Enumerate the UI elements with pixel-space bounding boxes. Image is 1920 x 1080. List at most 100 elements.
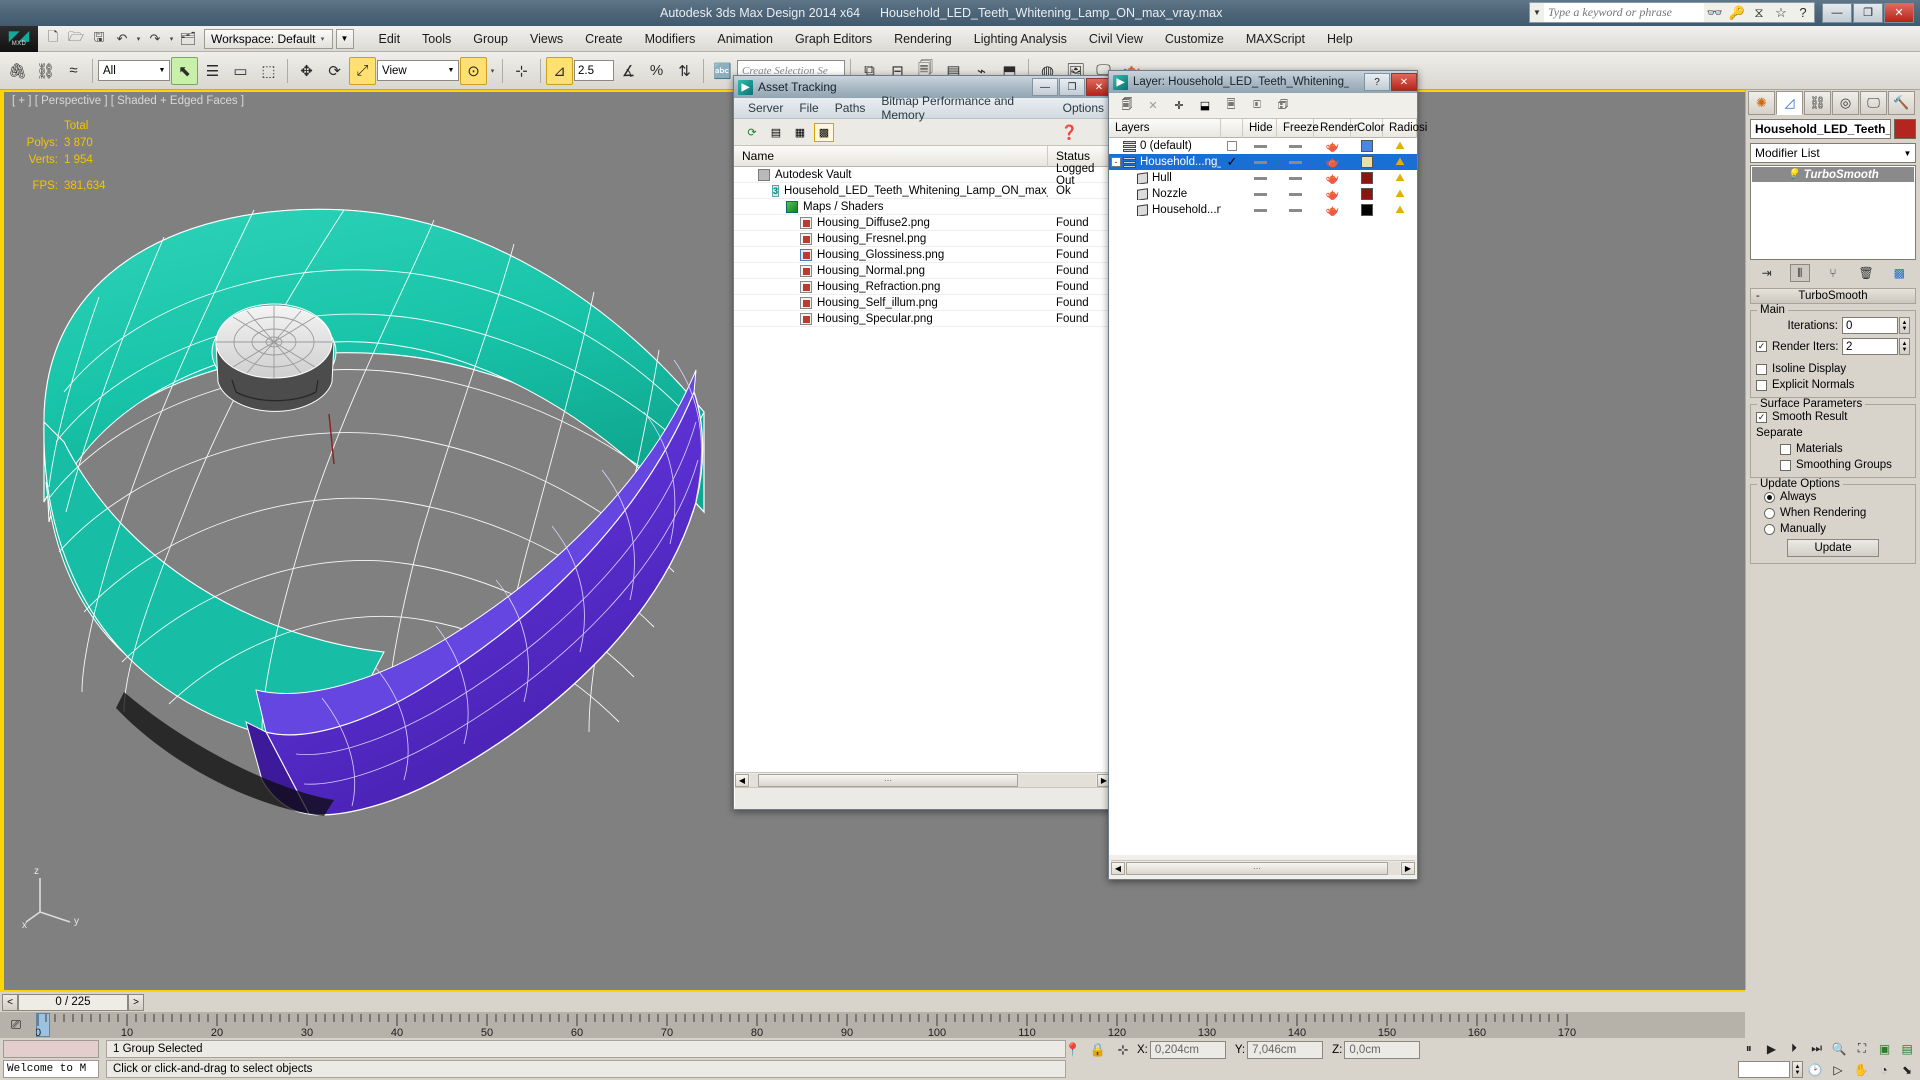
column-radiosity[interactable]: Radiosi [1383,118,1427,138]
menu-animation[interactable]: Animation [706,29,784,49]
modify-tab[interactable]: ◿ [1776,91,1803,115]
scrollbar-track[interactable]: ⋯ [750,773,1096,787]
column-current[interactable] [1221,118,1243,138]
update-button[interactable]: Update [1787,539,1879,557]
detail-view-icon[interactable]: ▦ [790,123,810,142]
select-objects-icon[interactable]: ⬓ [1195,96,1215,115]
color-swatch[interactable] [1361,156,1373,168]
select-object-icon[interactable]: ⬉ [171,56,198,85]
frame-spinner[interactable]: ▲ ▼ [1792,1061,1803,1078]
current-frame-input[interactable] [1738,1061,1790,1078]
freeze-toggle[interactable] [1289,176,1302,180]
snap-value-field[interactable]: 2.5 [574,60,614,81]
next-frame-button[interactable]: > [128,993,144,1011]
reference-coordinate-system-combo[interactable]: View ▼ [377,60,459,81]
hide-toggle[interactable] [1253,160,1267,164]
delete-layer-icon[interactable]: ✕ [1143,96,1163,115]
menu-group[interactable]: Group [462,29,519,49]
help-button[interactable]: ? [1364,73,1390,91]
separate-smoothing-groups-checkbox[interactable] [1780,459,1791,471]
scrollbar-track[interactable]: ⋯ [1126,861,1400,875]
column-name[interactable]: Name [734,145,1048,167]
asset-grid-body[interactable]: Autodesk Vault Logged Out 3 Household_LE… [734,163,1112,807]
search-input[interactable] [1544,3,1704,22]
add-selection-icon[interactable]: ✛ [1169,96,1189,115]
coord-y-value[interactable]: 7,046cm [1247,1040,1324,1059]
maxscript-mini-listener-output[interactable]: Welcome to M [3,1060,99,1078]
object-name-field[interactable]: Household_LED_Teeth_W [1750,119,1891,139]
quick-search-box[interactable]: ▼ 👓 🔑 ⧖ ☆ ? [1529,2,1815,23]
render-teapot-icon[interactable]: 🫖 [1326,204,1340,217]
menu-graph-editors[interactable]: Graph Editors [784,29,883,49]
table-row[interactable]: Housing_Normal.png Found [734,263,1112,279]
update-when-rendering-row[interactable]: When Rendering [1756,507,1910,519]
pin-stack-icon[interactable]: ⇥ [1757,264,1777,282]
restore-button[interactable]: ❐ [1059,78,1085,96]
rectangular-selection-region-icon[interactable]: ▭ [227,57,254,85]
menu-bitmap-performance[interactable]: Bitmap Performance and Memory [873,92,1054,124]
menu-modifiers[interactable]: Modifiers [634,29,707,49]
select-and-link-icon[interactable]: 🖇 [4,57,31,85]
radiosity-icon[interactable]: ⛰ [1395,204,1404,217]
layer-row-default[interactable]: 0 (default) 🫖 ⛰ [1109,138,1417,154]
table-row[interactable]: Maps / Shaders [734,199,1112,215]
zoom-icon[interactable]: 🔍 [1829,1039,1851,1058]
spinner-snap-icon[interactable]: ⇅ [671,57,698,85]
select-highlighted-icon[interactable]: 🗏 [1221,96,1241,115]
restore-button[interactable]: ❐ [1853,2,1883,23]
prev-key-icon[interactable]: ⏸ [1738,1039,1760,1058]
layer-horizontal-scrollbar[interactable]: ◀ ⋯ ▶ [1111,860,1415,875]
menu-customize[interactable]: Customize [1154,29,1235,49]
update-when-rendering-radio[interactable] [1764,507,1775,519]
update-manually-radio[interactable] [1764,523,1775,535]
table-row[interactable]: Housing_Diffuse2.png Found [734,215,1112,231]
select-and-rotate-icon[interactable]: ⟳ [321,57,348,85]
new-file-icon[interactable]: 🗋 [42,28,64,49]
hide-unselected-icon[interactable]: 🗊 [1273,96,1293,115]
layer-row-object[interactable]: Hull 🫖 ⛰ [1109,170,1417,186]
create-tab[interactable]: ✺ [1748,91,1775,115]
redo-dropdown-icon[interactable]: ▾ [167,35,176,43]
separate-materials-checkbox[interactable] [1780,443,1791,455]
chevron-down-icon[interactable]: ▼ [1900,149,1915,158]
snaps-toggle-icon[interactable]: ⊿ [546,56,573,85]
rollup-header[interactable]: - TurboSmooth [1750,288,1916,304]
hide-toggle[interactable] [1253,192,1267,196]
separate-smoothing-groups-row[interactable]: Smoothing Groups [1756,459,1910,471]
asset-tracking-window[interactable]: ▶ Asset Tracking — ❐ ✕ Server File Paths… [733,75,1113,810]
refresh-icon[interactable]: ⟳ [742,123,762,142]
render-teapot-icon[interactable]: 🫖 [1326,140,1340,153]
orbit-icon[interactable]: ◔ [1873,1060,1895,1079]
isoline-display-row[interactable]: Isoline Display [1756,363,1910,375]
radiosity-icon[interactable]: ⛰ [1395,172,1404,185]
remove-modifier-icon[interactable]: 🗑 [1856,264,1876,282]
update-always-row[interactable]: Always [1756,491,1910,503]
explicit-normals-row[interactable]: Explicit Normals [1756,379,1910,391]
goto-end-icon[interactable]: ⏭ [1806,1039,1828,1058]
scroll-left-icon[interactable]: ◀ [1111,861,1125,875]
isoline-display-checkbox[interactable] [1756,363,1767,375]
lightbulb-icon[interactable]: 💡 [1787,169,1799,180]
chevron-down-icon[interactable]: ▼ [155,67,169,74]
chevron-down-icon[interactable]: ▾ [316,35,330,43]
hide-toggle[interactable] [1253,144,1267,148]
table-row[interactable]: Housing_Self_illum.png Found [734,295,1112,311]
modifier-list-dropdown[interactable]: Modifier List ▼ [1750,143,1916,163]
bind-to-space-warp-icon[interactable]: ≈ [60,57,87,85]
iterations-field[interactable]: 0 [1842,317,1898,334]
menu-lighting-analysis[interactable]: Lighting Analysis [963,29,1078,49]
coord-x-value[interactable]: 0,204cm [1149,1040,1226,1059]
coordinate-y[interactable]: Y: 7,046cm [1235,1040,1324,1059]
select-and-scale-icon[interactable]: ⤢ [349,56,376,85]
column-layers[interactable]: Layers [1109,118,1221,138]
workspace-selector[interactable]: Workspace: Default ▾ [204,28,333,49]
menu-file[interactable]: File [791,99,826,117]
select-and-move-icon[interactable]: ✥ [293,57,320,85]
scroll-right-icon[interactable]: ▶ [1401,861,1415,875]
save-file-icon[interactable]: 🖫 [88,28,110,49]
select-and-manipulate-icon[interactable]: ⊹ [508,57,535,85]
menu-options[interactable]: Options [1055,99,1112,117]
menu-server[interactable]: Server [740,99,791,117]
menu-create[interactable]: Create [574,29,634,49]
coordinate-x[interactable]: X: 0,204cm [1137,1040,1226,1059]
